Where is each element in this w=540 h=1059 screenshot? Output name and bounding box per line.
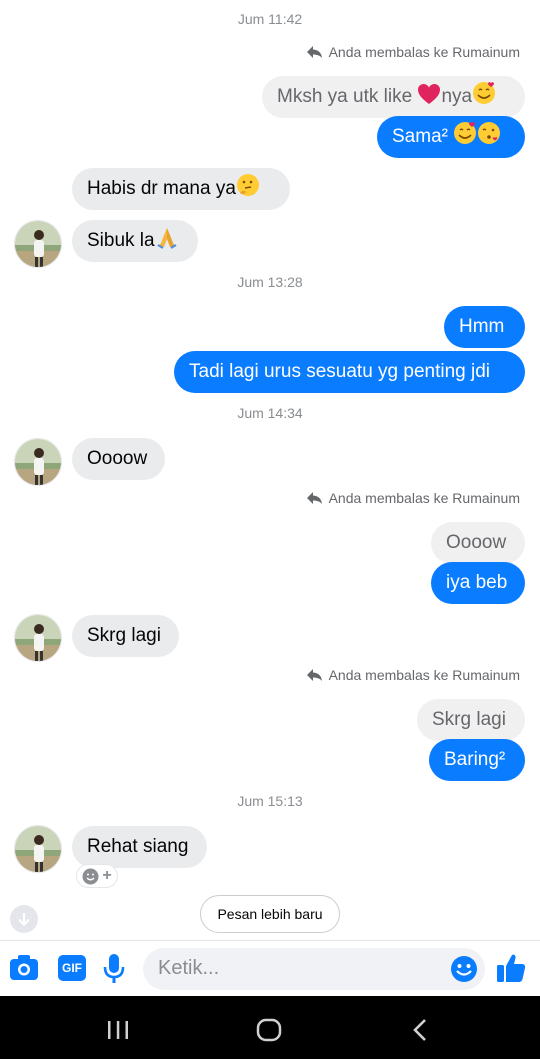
quoted-message[interactable]: Oooow xyxy=(431,522,525,564)
outgoing-message[interactable]: Sama² xyxy=(377,116,525,158)
gif-icon[interactable]: GIF xyxy=(58,955,86,981)
quoted-message[interactable]: Skrg lagi xyxy=(417,699,525,741)
message-text: Rehat siang xyxy=(87,836,189,857)
camera-icon[interactable] xyxy=(9,953,39,983)
new-messages-button[interactable]: Pesan lebih baru xyxy=(200,895,340,933)
avatar[interactable] xyxy=(14,614,62,662)
back-icon[interactable] xyxy=(410,1018,430,1042)
message-text: nya xyxy=(441,86,473,107)
outgoing-message[interactable]: Baring² xyxy=(429,739,525,781)
reply-notice: Anda membalas ke Rumainum xyxy=(306,667,520,683)
incoming-message[interactable]: Habis dr mana ya xyxy=(72,168,290,210)
reply-notice: Anda membalas ke Rumainum xyxy=(306,490,520,506)
face-blowing-kiss-icon xyxy=(478,122,501,144)
message-text: Tadi lagi urus sesuatu yg penting jdi xyxy=(189,361,491,382)
message-text: Skrg lagi xyxy=(432,709,506,730)
thinking-face-icon xyxy=(236,174,259,196)
message-text: Oooow xyxy=(446,532,507,553)
message-text: Sibuk la xyxy=(87,230,155,251)
smiley-face-icon xyxy=(82,868,99,884)
reply-notice-text: Anda membalas ke Rumainum xyxy=(328,490,520,506)
avatar-photo xyxy=(15,439,61,485)
microphone-icon[interactable] xyxy=(103,953,125,985)
incoming-message[interactable]: Skrg lagi xyxy=(72,615,179,657)
outgoing-message[interactable]: Tadi lagi urus sesuatu yg penting jdi xyxy=(174,351,525,393)
message-text: Baring² xyxy=(444,749,506,770)
message-text: Mksh ya utk like xyxy=(277,86,413,107)
smiling-face-with-hearts-icon xyxy=(454,122,477,144)
recent-apps-icon[interactable] xyxy=(106,1020,130,1040)
scroll-to-bottom-button[interactable] xyxy=(10,905,38,933)
system-navigation-bar xyxy=(0,996,540,1059)
reply-notice: Anda membalas ke Rumainum xyxy=(306,44,520,60)
message-text: Hmm xyxy=(459,316,505,337)
message-text: Oooow xyxy=(87,448,148,469)
avatar-photo xyxy=(15,826,61,872)
home-icon[interactable] xyxy=(256,1018,282,1042)
emoji-icon[interactable] xyxy=(450,955,478,983)
incoming-message[interactable]: Sibuk la xyxy=(72,220,198,262)
plus-label: + xyxy=(102,867,112,884)
message-text: Skrg lagi xyxy=(87,625,161,646)
message-input[interactable]: Ketik... xyxy=(143,948,485,990)
red-heart-icon xyxy=(418,84,441,104)
folded-hands-icon xyxy=(157,228,177,249)
outgoing-message[interactable]: iya beb xyxy=(431,562,525,604)
message-text: Habis dr mana ya xyxy=(87,178,236,199)
avatar[interactable] xyxy=(14,825,62,873)
incoming-message[interactable]: Oooow xyxy=(72,438,165,480)
reply-arrow-icon xyxy=(306,46,322,58)
timestamp: Jum 14:34 xyxy=(237,405,303,421)
reply-notice-text: Anda membalas ke Rumainum xyxy=(328,667,520,683)
message-input-placeholder: Ketik... xyxy=(158,957,220,979)
avatar[interactable] xyxy=(14,438,62,486)
timestamp: Jum 11:42 xyxy=(237,11,303,27)
message-text: iya beb xyxy=(446,572,508,593)
thumbs-up-icon[interactable] xyxy=(495,952,527,984)
reply-arrow-icon xyxy=(306,669,322,681)
incoming-message[interactable]: Rehat siang xyxy=(72,826,207,868)
outgoing-message[interactable]: Hmm xyxy=(444,306,525,348)
message-text: Sama² xyxy=(392,126,448,147)
timestamp: Jum 15:13 xyxy=(237,793,303,809)
avatar-photo xyxy=(15,615,61,661)
quoted-message[interactable]: Mksh ya utk like nya xyxy=(262,76,525,118)
timestamp: Jum 13:28 xyxy=(237,274,303,290)
reply-arrow-icon xyxy=(306,492,322,504)
avatar-photo xyxy=(15,221,61,267)
add-reaction-button[interactable]: + xyxy=(76,864,118,888)
reply-notice-text: Anda membalas ke Rumainum xyxy=(328,44,520,60)
composer-bar: GIF Ketik... xyxy=(0,940,540,996)
smiling-face-with-hearts-icon xyxy=(473,82,496,104)
avatar[interactable] xyxy=(14,220,62,268)
arrow-down-icon xyxy=(18,913,30,926)
